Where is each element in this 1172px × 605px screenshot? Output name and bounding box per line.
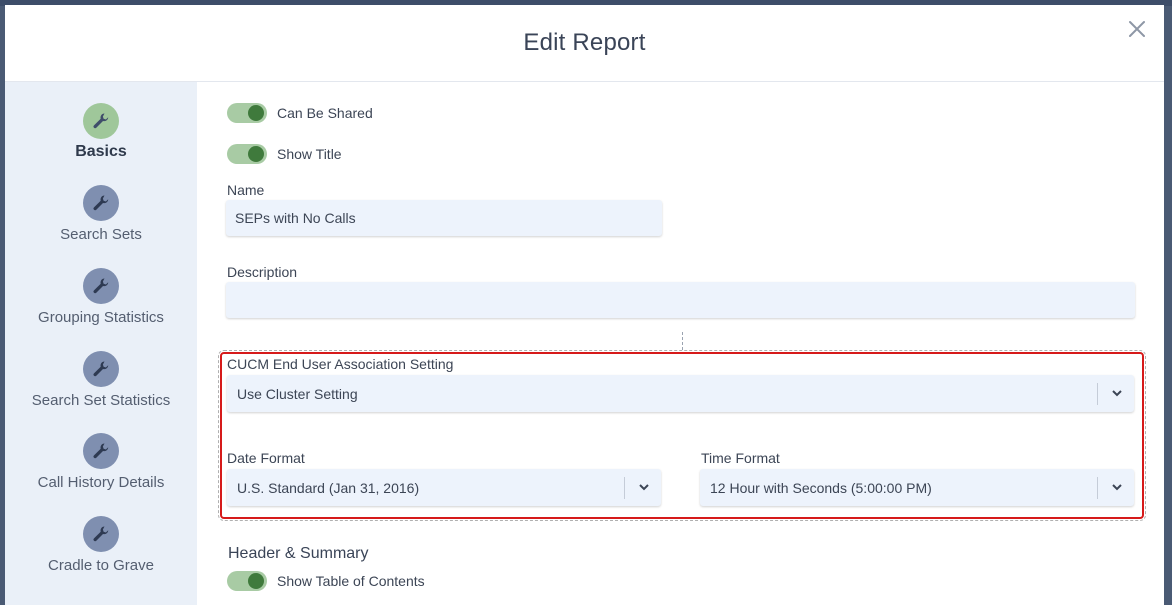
sidebar-item-label: Cradle to Grave	[48, 557, 154, 574]
edit-report-modal: Edit Report Basics Search Sets Grouping …	[5, 5, 1164, 605]
name-input[interactable]	[226, 200, 662, 236]
cucm-label: CUCM End User Association Setting	[227, 356, 454, 372]
wrench-icon	[83, 268, 119, 304]
select-separator	[1097, 477, 1098, 499]
description-input[interactable]	[226, 282, 1135, 318]
section-title-header-summary: Header & Summary	[228, 545, 369, 562]
show-title-toggle[interactable]	[227, 144, 267, 164]
can-be-shared-toggle[interactable]	[227, 103, 267, 123]
sidebar-item-label: Basics	[75, 143, 127, 160]
wrench-icon	[83, 433, 119, 469]
show-toc-row: Show Table of Contents	[227, 570, 425, 592]
chevron-down-icon	[639, 484, 649, 491]
sidebar-item-cradle-to-grave[interactable]: Cradle to Grave	[5, 516, 197, 578]
wrench-icon	[83, 185, 119, 221]
time-format-label: Time Format	[701, 450, 780, 466]
sidebar-item-label: Search Set Statistics	[31, 392, 171, 409]
sidebar-item-label: Search Sets	[60, 226, 142, 243]
modal-header: Edit Report	[5, 5, 1164, 82]
can-be-shared-label: Can Be Shared	[277, 105, 373, 121]
toggle-knob	[248, 105, 264, 121]
sidebar-item-grouping-statistics[interactable]: Grouping Statistics	[5, 268, 197, 330]
sidebar: Basics Search Sets Grouping Statistics S…	[5, 82, 197, 605]
chevron-down-icon	[1112, 390, 1122, 397]
chevron-down-icon	[1112, 484, 1122, 491]
select-separator	[624, 477, 625, 499]
date-format-value: U.S. Standard (Jan 31, 2016)	[237, 480, 420, 496]
toggle-knob	[248, 146, 264, 162]
show-toc-label: Show Table of Contents	[277, 573, 425, 589]
can-be-shared-row: Can Be Shared	[227, 102, 373, 124]
wrench-icon	[83, 516, 119, 552]
wrench-icon	[83, 351, 119, 387]
show-title-row: Show Title	[227, 143, 342, 165]
description-label: Description	[227, 264, 298, 280]
show-toc-toggle[interactable]	[227, 571, 267, 591]
time-format-select[interactable]: 12 Hour with Seconds (5:00:00 PM)	[700, 469, 1134, 506]
sidebar-item-search-sets[interactable]: Search Sets	[5, 185, 197, 247]
sidebar-item-label: Call History Details	[37, 474, 165, 491]
sidebar-item-basics[interactable]: Basics	[5, 103, 197, 165]
divider	[682, 332, 683, 350]
time-format-value: 12 Hour with Seconds (5:00:00 PM)	[710, 480, 932, 496]
cucm-select-value: Use Cluster Setting	[237, 386, 358, 402]
cucm-select[interactable]: Use Cluster Setting	[227, 375, 1134, 412]
name-label: Name	[227, 182, 265, 198]
date-format-label: Date Format	[227, 450, 305, 466]
sidebar-item-label: Grouping Statistics	[38, 309, 164, 326]
close-icon[interactable]	[1125, 17, 1149, 41]
sidebar-item-call-history-details[interactable]: Call History Details	[5, 433, 197, 495]
modal-title: Edit Report	[523, 29, 646, 56]
sidebar-item-search-set-statistics[interactable]: Search Set Statistics	[5, 351, 197, 413]
wrench-icon	[83, 103, 119, 139]
toggle-knob	[248, 573, 264, 589]
date-format-select[interactable]: U.S. Standard (Jan 31, 2016)	[227, 469, 661, 506]
select-separator	[1097, 383, 1098, 405]
form-content: Can Be Shared Show Title Name Descriptio…	[197, 82, 1164, 605]
show-title-label: Show Title	[277, 146, 342, 162]
